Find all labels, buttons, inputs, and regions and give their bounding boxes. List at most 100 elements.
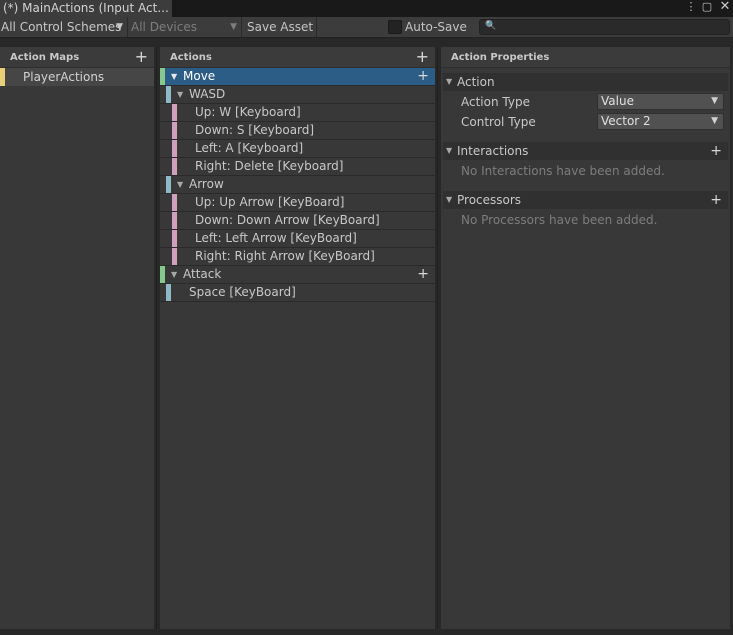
action-tree-row-part[interactable]: Right: Delete [Keyboard] (160, 158, 435, 176)
add-interaction-icon[interactable]: + (710, 142, 722, 160)
action-tree-row-part[interactable]: Left: Left Arrow [KeyBoard] (160, 230, 435, 248)
action-properties-panel: Action Properties ▼ Action Action Type V… (441, 47, 730, 629)
dropdown-arrow-icon: ▼ (230, 22, 237, 32)
action-tree-row-part[interactable]: Down: S [Keyboard] (160, 122, 435, 140)
toolbar: All Control Schemes ▼ All Devices ▼ Save… (0, 17, 733, 38)
interactions-section-header[interactable]: ▼ Interactions + (443, 142, 728, 160)
actions-tree: ▼ Move + ▼ WASD Up: W [Keyboard] Down: S [Keyb… (160, 68, 435, 629)
action-type-dropdown[interactable]: Value ▼ (597, 93, 724, 110)
foldout-triangle-icon: ▼ (446, 146, 453, 155)
part-color-marker (172, 230, 177, 247)
action-tree-row-part[interactable]: Down: Down Arrow [KeyBoard] (160, 212, 435, 230)
action-properties-title: Action Properties (451, 52, 550, 63)
add-processor-icon[interactable]: + (710, 191, 722, 209)
foldout-triangle-icon[interactable]: ▼ (171, 68, 177, 85)
close-icon[interactable]: ✕ (718, 0, 732, 15)
devices-dropdown[interactable]: All Devices ▼ (128, 17, 240, 37)
kebab-menu-icon[interactable]: ⋮ (684, 0, 698, 15)
action-section-header[interactable]: ▼ Action (443, 73, 728, 91)
action-maps-list: PlayerActions (0, 68, 154, 629)
auto-save-label: Auto-Save (405, 20, 467, 34)
binding-label: Space [KeyBoard] (189, 285, 296, 299)
composite-label: WASD (189, 87, 226, 101)
part-label: Down: Down Arrow [KeyBoard] (195, 213, 380, 227)
part-color-marker (172, 248, 177, 265)
part-color-marker (172, 194, 177, 211)
foldout-triangle-icon[interactable]: ▼ (177, 86, 183, 103)
search-input[interactable]: 🔍 (479, 19, 730, 35)
control-type-dropdown[interactable]: Vector 2 ▼ (597, 113, 724, 130)
binding-color-marker (166, 284, 171, 301)
action-tree-row-composite[interactable]: ▼ Arrow (160, 176, 435, 194)
action-type-label: Action Type (461, 95, 530, 109)
processors-section-label: Processors (457, 193, 522, 207)
action-maps-header: Action Maps + (0, 47, 154, 68)
action-label: Move (183, 69, 216, 83)
title-bar: (*) MainActions (Input Act... ⋮ ▢ ✕ (0, 0, 733, 17)
action-tree-row-binding[interactable]: Space [KeyBoard] (160, 284, 435, 302)
control-type-label: Control Type (461, 115, 536, 129)
action-tree-row-part[interactable]: Right: Right Arrow [KeyBoard] (160, 248, 435, 266)
action-tree-row-part[interactable]: Up: Up Arrow [KeyBoard] (160, 194, 435, 212)
part-label: Left: A [Keyboard] (195, 141, 304, 155)
action-type-value: Value (601, 94, 634, 108)
save-asset-button[interactable]: Save Asset (243, 17, 315, 37)
interactions-section-label: Interactions (457, 144, 529, 158)
add-action-map-icon[interactable]: + (135, 47, 148, 66)
processors-section-header[interactable]: ▼ Processors + (443, 191, 728, 209)
action-tree-row-part[interactable]: Left: A [Keyboard] (160, 140, 435, 158)
part-color-marker (172, 212, 177, 229)
action-color-marker (160, 68, 165, 85)
devices-label: All Devices (131, 20, 197, 34)
action-tree-row-composite[interactable]: ▼ WASD (160, 86, 435, 104)
dropdown-arrow-icon: ▼ (711, 116, 718, 126)
action-tree-row-part[interactable]: Up: W [Keyboard] (160, 104, 435, 122)
interactions-empty-note: No Interactions have been added. (461, 164, 665, 178)
search-icon: 🔍 (485, 21, 497, 31)
part-label: Up: Up Arrow [KeyBoard] (195, 195, 345, 209)
actions-header: Actions + (160, 47, 435, 68)
panel-divider[interactable] (437, 47, 438, 629)
action-map-marker (0, 68, 5, 86)
part-color-marker (172, 122, 177, 139)
action-map-label: PlayerActions (23, 70, 105, 84)
part-color-marker (172, 104, 177, 121)
processors-empty-note: No Processors have been added. (461, 213, 658, 227)
dropdown-arrow-icon: ▼ (116, 22, 123, 32)
control-schemes-dropdown[interactable]: All Control Schemes ▼ (0, 17, 126, 37)
actions-panel: Actions + ▼ Move + ▼ WASD Up: W [Keyboard] Dow… (160, 47, 435, 629)
action-map-item[interactable]: PlayerActions (0, 68, 154, 86)
auto-save-checkbox[interactable] (388, 20, 402, 34)
window-tab[interactable]: (*) MainActions (Input Act... (0, 0, 172, 17)
part-label: Left: Left Arrow [KeyBoard] (195, 231, 357, 245)
add-binding-icon[interactable]: + (417, 68, 429, 85)
maximize-icon[interactable]: ▢ (700, 0, 714, 15)
action-section-label: Action (457, 75, 495, 89)
action-color-marker (160, 266, 165, 283)
composite-color-marker (166, 176, 171, 193)
action-tree-row-action[interactable]: ▼ Attack + (160, 266, 435, 284)
action-label: Attack (183, 267, 222, 281)
action-tree-row-action[interactable]: ▼ Move + (160, 68, 435, 86)
add-action-icon[interactable]: + (416, 47, 429, 66)
add-binding-icon[interactable]: + (417, 266, 429, 283)
control-type-value: Vector 2 (601, 114, 651, 128)
part-label: Up: W [Keyboard] (195, 105, 301, 119)
part-label: Right: Delete [Keyboard] (195, 159, 344, 173)
action-maps-title: Action Maps (10, 52, 80, 63)
foldout-triangle-icon[interactable]: ▼ (177, 176, 183, 193)
control-schemes-label: All Control Schemes (1, 20, 122, 34)
composite-label: Arrow (189, 177, 224, 191)
dropdown-arrow-icon: ▼ (711, 96, 718, 106)
panel-divider[interactable] (156, 47, 157, 629)
foldout-triangle-icon[interactable]: ▼ (171, 266, 177, 283)
foldout-triangle-icon: ▼ (446, 77, 453, 86)
part-color-marker (172, 158, 177, 175)
action-properties-header: Action Properties (441, 47, 730, 68)
part-color-marker (172, 140, 177, 157)
toolbar-divider (241, 17, 242, 37)
part-label: Down: S [Keyboard] (195, 123, 315, 137)
toolbar-divider (316, 17, 317, 37)
part-label: Right: Right Arrow [KeyBoard] (195, 249, 375, 263)
actions-title: Actions (170, 52, 212, 63)
